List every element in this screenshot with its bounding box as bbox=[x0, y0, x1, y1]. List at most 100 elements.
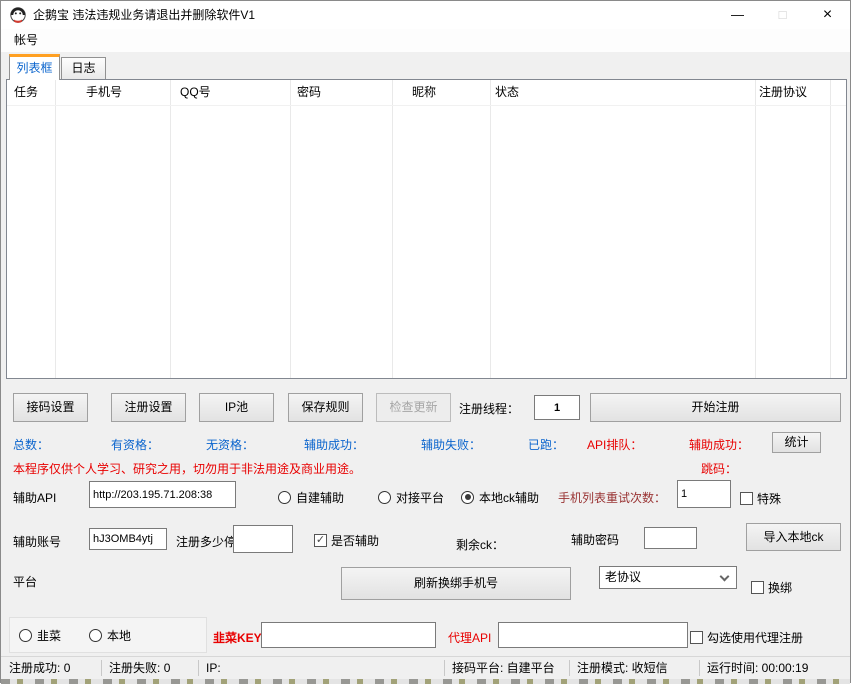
col-header-status[interactable]: 状态 bbox=[495, 80, 519, 105]
status-mode: 注册模式: 收短信 bbox=[577, 657, 668, 679]
platform-label: 平台 bbox=[13, 573, 37, 590]
save-rules-button[interactable]: 保存规则 bbox=[288, 393, 363, 422]
special-checkbox[interactable]: 特殊 bbox=[740, 490, 781, 506]
protocol-selected-value: 老协议 bbox=[605, 570, 641, 584]
stat-total-label: 总数： bbox=[13, 436, 49, 453]
radio-circle bbox=[461, 491, 474, 504]
radio-local[interactable]: 本地 bbox=[89, 627, 131, 643]
ip-pool-button[interactable]: IP池 bbox=[199, 393, 274, 422]
col-header-password[interactable]: 密码 bbox=[297, 80, 321, 105]
status-divider bbox=[198, 660, 199, 676]
retry-count-input[interactable] bbox=[677, 480, 731, 508]
retry-count-label: 手机列表重试次数： bbox=[558, 489, 666, 506]
stat-assist-fail-label: 辅助失败： bbox=[421, 436, 481, 453]
menu-account[interactable]: 帐号 bbox=[9, 29, 43, 52]
jump-code-label: 跳码： bbox=[701, 460, 737, 477]
stat-ran-label: 已跑： bbox=[528, 436, 564, 453]
task-list[interactable]: 任务 手机号 QQ号 密码 昵称 状态 注册协议 bbox=[6, 79, 847, 379]
title-bar: 企鹅宝 违法违规业务请退出并删除软件V1 — □ × bbox=[1, 1, 850, 29]
col-header-task[interactable]: 任务 bbox=[14, 80, 38, 105]
thread-count-input[interactable] bbox=[534, 395, 580, 420]
radio-dock-platform-label: 对接平台 bbox=[396, 489, 444, 506]
stat-api-queue-label: API排队： bbox=[587, 436, 642, 453]
statistics-button[interactable]: 统计 bbox=[772, 432, 821, 453]
rebind-checkbox[interactable]: 换绑 bbox=[751, 579, 792, 595]
tab-list[interactable]: 列表框 bbox=[9, 54, 60, 80]
stat-assist-success-label: 辅助成功： bbox=[304, 436, 364, 453]
assist-account-label: 辅助账号 bbox=[13, 533, 61, 550]
radio-circle bbox=[378, 491, 391, 504]
status-divider bbox=[699, 660, 700, 676]
use-proxy-register-checkbox[interactable]: 勾选使用代理注册 bbox=[690, 629, 803, 645]
radio-circle bbox=[19, 629, 32, 642]
assist-api-label: 辅助API bbox=[13, 489, 56, 506]
radio-circle bbox=[278, 491, 291, 504]
col-header-protocol[interactable]: 注册协议 bbox=[759, 80, 807, 105]
receive-code-settings-button[interactable]: 接码设置 bbox=[13, 393, 88, 422]
status-reg-fail-value: 0 bbox=[164, 661, 171, 675]
radio-jiucai[interactable]: 韭菜 bbox=[19, 627, 61, 643]
radio-jiucai-label: 韭菜 bbox=[37, 627, 61, 644]
assist-password-label: 辅助密码 bbox=[571, 531, 619, 548]
use-proxy-register-label: 勾选使用代理注册 bbox=[707, 629, 803, 646]
column-divider bbox=[392, 80, 393, 378]
assist-account-input[interactable] bbox=[89, 528, 167, 550]
status-divider bbox=[444, 660, 445, 676]
remaining-ck-label: 剩余ck： bbox=[456, 536, 504, 553]
check-update-button: 检查更新 bbox=[376, 393, 451, 422]
column-divider bbox=[755, 80, 756, 378]
assist-api-input[interactable] bbox=[89, 481, 236, 508]
radio-local-ck-assist[interactable]: 本地ck辅助 bbox=[461, 489, 539, 505]
jiucai-key-input[interactable] bbox=[261, 622, 436, 648]
status-platform: 接码平台: 自建平台 bbox=[452, 657, 555, 679]
proxy-api-label: 代理API bbox=[448, 629, 491, 646]
col-header-qq[interactable]: QQ号 bbox=[180, 80, 211, 105]
column-divider bbox=[490, 80, 491, 378]
register-stop-label: 注册多少停 bbox=[176, 533, 236, 550]
app-window: 企鹅宝 违法违规业务请退出并删除软件V1 — □ × 帐号 列表框 日志 任务 … bbox=[0, 0, 851, 683]
col-header-nickname[interactable]: 昵称 bbox=[412, 80, 436, 105]
stat-assist-success2-label: 辅助成功： bbox=[689, 436, 749, 453]
assist-password-input[interactable] bbox=[644, 527, 697, 549]
clipped-text-marks bbox=[1, 679, 850, 684]
proxy-api-input[interactable] bbox=[498, 622, 688, 648]
rebind-checkbox-label: 换绑 bbox=[768, 579, 792, 596]
status-ip: IP: bbox=[206, 657, 221, 679]
status-reg-fail-label: 注册失败: bbox=[109, 661, 160, 675]
assist-enabled-checkbox[interactable]: 是否辅助 bbox=[314, 532, 379, 548]
column-divider bbox=[170, 80, 171, 378]
status-bar: 注册成功: 0 注册失败: 0 IP: 接码平台: 自建平台 注册模式: 收短信… bbox=[1, 656, 850, 679]
special-checkbox-label: 特殊 bbox=[757, 490, 781, 507]
penguin-icon bbox=[10, 7, 26, 23]
status-runtime: 运行时间: 00:00:19 bbox=[707, 657, 808, 679]
status-divider bbox=[569, 660, 570, 676]
column-divider bbox=[830, 80, 831, 378]
import-local-ck-button[interactable]: 导入本地ck bbox=[746, 523, 841, 551]
background-window-sliver bbox=[1, 679, 850, 684]
minimize-icon[interactable]: — bbox=[715, 1, 760, 29]
status-reg-success-label: 注册成功: bbox=[9, 661, 60, 675]
column-divider bbox=[290, 80, 291, 378]
radio-local-ck-assist-label: 本地ck辅助 bbox=[479, 489, 539, 506]
radio-circle bbox=[89, 629, 102, 642]
register-settings-button[interactable]: 注册设置 bbox=[111, 393, 186, 422]
start-register-button[interactable]: 开始注册 bbox=[590, 393, 841, 422]
status-reg-fail: 注册失败: 0 bbox=[109, 657, 170, 679]
checkbox-box bbox=[751, 581, 764, 594]
col-header-phone[interactable]: 手机号 bbox=[86, 80, 122, 105]
register-stop-input[interactable] bbox=[233, 525, 293, 553]
refresh-rebind-phone-button[interactable]: 刷新换绑手机号 bbox=[341, 567, 571, 600]
radio-self-assist[interactable]: 自建辅助 bbox=[278, 489, 344, 505]
close-icon[interactable]: × bbox=[805, 1, 850, 29]
jiucai-key-label: 韭菜KEY bbox=[213, 629, 262, 646]
maximize-icon: □ bbox=[760, 1, 805, 29]
tab-log[interactable]: 日志 bbox=[61, 57, 106, 79]
protocol-select[interactable]: 老协议 bbox=[599, 566, 737, 589]
radio-self-assist-label: 自建辅助 bbox=[296, 489, 344, 506]
status-reg-success-value: 0 bbox=[64, 661, 71, 675]
checkbox-box bbox=[740, 492, 753, 505]
checkbox-box bbox=[690, 631, 703, 644]
radio-dock-platform[interactable]: 对接平台 bbox=[378, 489, 444, 505]
checkbox-box bbox=[314, 534, 327, 547]
radio-local-label: 本地 bbox=[107, 627, 131, 644]
